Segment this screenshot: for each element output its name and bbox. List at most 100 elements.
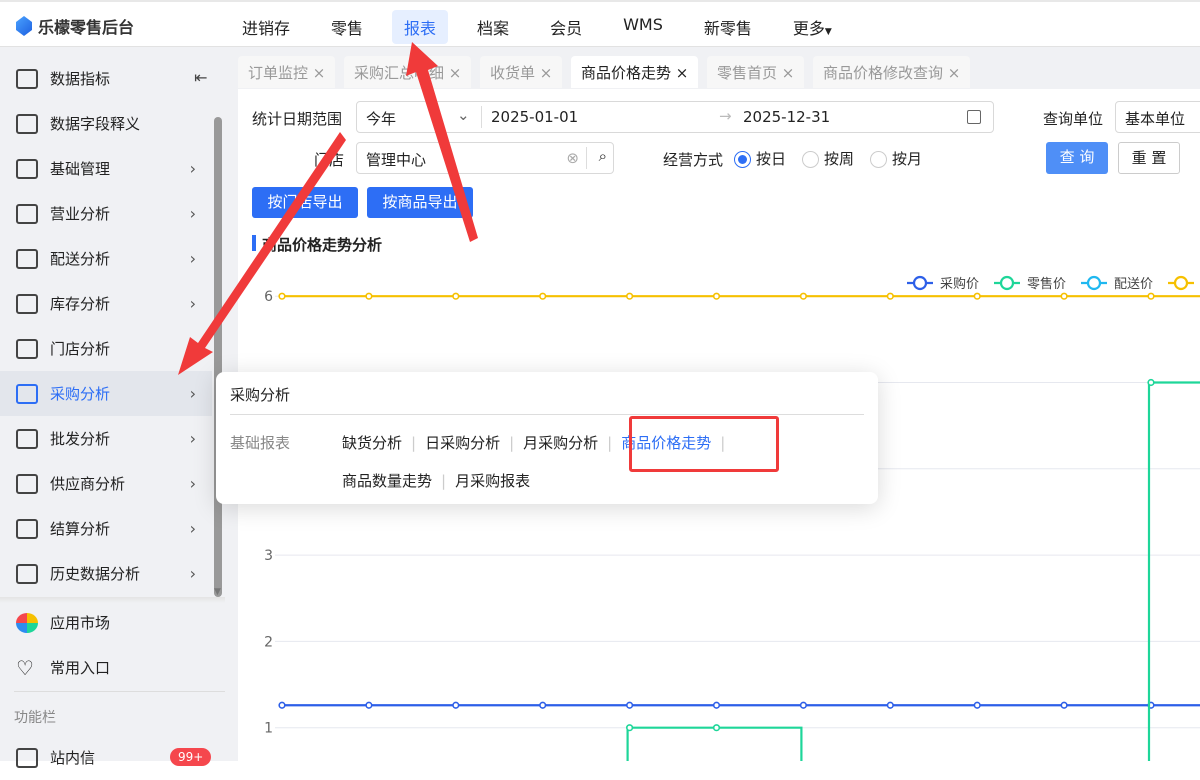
clear-icon[interactable]: ⊗ xyxy=(566,149,579,167)
nav-item[interactable]: WMS xyxy=(611,10,675,44)
flyout-group-label: 基础报表 xyxy=(230,434,291,452)
messages-badge: 99+ xyxy=(170,748,212,766)
radio-icon xyxy=(734,151,751,168)
link-monthly-purchase[interactable]: 月采购分析 xyxy=(523,434,598,452)
sidebar-item[interactable]: 采购分析 › xyxy=(0,371,212,416)
store-label: 门店 xyxy=(314,151,345,169)
app-logo[interactable]: 乐檬零售后台 xyxy=(16,14,134,38)
chevron-right-icon: › xyxy=(189,519,196,538)
tab[interactable]: 订单监控 × xyxy=(238,56,336,88)
menu-icon xyxy=(16,203,38,224)
nav-item[interactable]: 会员 xyxy=(538,10,594,44)
menu-icon xyxy=(16,158,38,179)
tab[interactable]: 收货单 × xyxy=(480,56,563,88)
date-preset-select[interactable]: 今年 xyxy=(366,108,396,129)
mode-radio-month[interactable]: 按月 xyxy=(870,148,922,169)
query-button[interactable]: 查 询 xyxy=(1046,142,1108,174)
date-range-label: 统计日期范围 xyxy=(252,110,343,128)
mode-radio-day[interactable]: 按日 xyxy=(734,148,786,169)
divider xyxy=(230,414,864,415)
sidebar-item[interactable]: 配送分析 › xyxy=(0,236,212,281)
sidebar-item[interactable]: 结算分析 › xyxy=(0,506,212,551)
search-icon[interactable]: ⌕ xyxy=(599,147,607,165)
sidebar-item[interactable]: 数据指标 xyxy=(0,56,212,101)
tab-label: 商品价格走势 xyxy=(581,64,672,82)
label: 常用入口 xyxy=(50,659,111,677)
section-title: 商品价格走势分析 xyxy=(262,236,383,254)
chevron-right-icon: › xyxy=(189,159,196,178)
highlight-box xyxy=(629,416,779,472)
sidebar-item[interactable]: 门店分析 xyxy=(0,326,212,371)
sidebar-item[interactable]: 供应商分析 › xyxy=(0,461,212,506)
sidebar-item[interactable]: 批发分析 › xyxy=(0,416,212,461)
close-icon[interactable]: × xyxy=(449,64,462,82)
menu-icon xyxy=(16,338,38,359)
link-monthly-report[interactable]: 月采购报表 xyxy=(455,472,530,490)
nav-item-reports[interactable]: 报表 xyxy=(392,10,449,44)
nav-item[interactable]: 零售 xyxy=(319,10,375,44)
nav-item[interactable]: 档案 xyxy=(465,10,521,44)
close-icon[interactable]: × xyxy=(782,64,795,82)
tab-label: 商品价格修改查询 xyxy=(823,64,944,82)
start-date-input[interactable]: 2025-01-01 xyxy=(491,108,578,126)
title-accent xyxy=(252,235,256,251)
caret-down-icon: ▼ xyxy=(824,27,832,37)
tab[interactable]: 商品价格修改查询 × xyxy=(813,56,971,88)
tab-label: 收货单 xyxy=(490,64,536,82)
calendar-icon[interactable] xyxy=(967,110,981,124)
menu-icon xyxy=(16,473,38,494)
sidebar-item-app-market[interactable]: 应用市场 xyxy=(0,600,212,645)
label: 库存分析 xyxy=(50,295,111,313)
scroll-down-icon[interactable]: ▼ xyxy=(214,587,221,597)
sidebar-item[interactable]: 数据字段释义 xyxy=(0,101,212,146)
sidebar-scrollbar[interactable] xyxy=(214,117,222,597)
chevron-down-icon: ⌄ xyxy=(457,106,470,124)
label: 按日 xyxy=(756,150,787,168)
nav-item[interactable]: 新零售 xyxy=(692,10,764,44)
label: 采购分析 xyxy=(50,385,111,403)
close-icon[interactable]: × xyxy=(540,64,553,82)
mode-radio-week[interactable]: 按周 xyxy=(802,148,854,169)
sidebar-item[interactable]: 营业分析 › xyxy=(0,191,212,236)
radio-icon xyxy=(802,151,819,168)
nav-item-more[interactable]: 更多▼ xyxy=(781,10,844,44)
close-icon[interactable]: × xyxy=(313,64,326,82)
close-icon[interactable]: × xyxy=(676,64,689,82)
sidebar-item-favorites[interactable]: ♡ 常用入口 xyxy=(0,645,212,690)
close-icon[interactable]: × xyxy=(948,64,961,82)
chevron-right-icon: › xyxy=(189,564,196,583)
chevron-right-icon: › xyxy=(189,294,196,313)
tab-label: 零售首页 xyxy=(717,64,778,82)
section-label: 功能栏 xyxy=(14,710,56,726)
chevron-right-icon: › xyxy=(189,384,196,403)
tab[interactable]: 零售首页 × xyxy=(707,56,805,88)
chevron-right-icon: › xyxy=(189,474,196,493)
sidebar-item[interactable]: 库存分析 › xyxy=(0,281,212,326)
link-daily-purchase[interactable]: 日采购分析 xyxy=(425,434,500,452)
link-quantity-trend[interactable]: 商品数量走势 xyxy=(342,472,432,490)
export-by-store-button[interactable]: 按门店导出 xyxy=(252,187,358,218)
tab[interactable]: 商品价格走势 × xyxy=(571,56,699,88)
chevron-right-icon: › xyxy=(189,204,196,223)
store-value: 管理中心 xyxy=(366,151,427,169)
menu-icon xyxy=(16,563,38,584)
reset-button[interactable]: 重 置 xyxy=(1118,142,1180,174)
date-range-picker[interactable]: 今年 ⌄ 2025-01-01 → 2025-12-31 xyxy=(356,101,994,133)
export-by-item-button[interactable]: 按商品导出 xyxy=(367,187,473,218)
nav-item[interactable]: 进销存 xyxy=(230,10,302,44)
link-stockout[interactable]: 缺货分析 xyxy=(342,434,402,452)
sidebar-item[interactable]: 历史数据分析 › xyxy=(0,551,212,596)
sidebar: ⇤ ▼ 应用市场 ♡ 常用入口 功能栏 站内信 数据指标 数据字段释义 基础管理 › 营业… xyxy=(0,47,238,768)
label: 数据字段释义 xyxy=(50,115,141,133)
divider xyxy=(481,106,482,128)
chevron-right-icon: › xyxy=(189,429,196,448)
sidebar-item[interactable]: 基础管理 › xyxy=(0,146,212,191)
tab[interactable]: 采购汇总明细 × xyxy=(344,56,472,88)
radio-icon xyxy=(870,151,887,168)
unit-select[interactable]: 基本单位 xyxy=(1115,101,1200,133)
menu-icon xyxy=(16,383,38,404)
store-input[interactable]: 管理中心 ⊗ ⌕ xyxy=(356,142,614,174)
heart-icon: ♡ xyxy=(16,655,34,680)
end-date-input[interactable]: 2025-12-31 xyxy=(743,108,830,126)
arrow-right-icon: → xyxy=(719,107,732,125)
